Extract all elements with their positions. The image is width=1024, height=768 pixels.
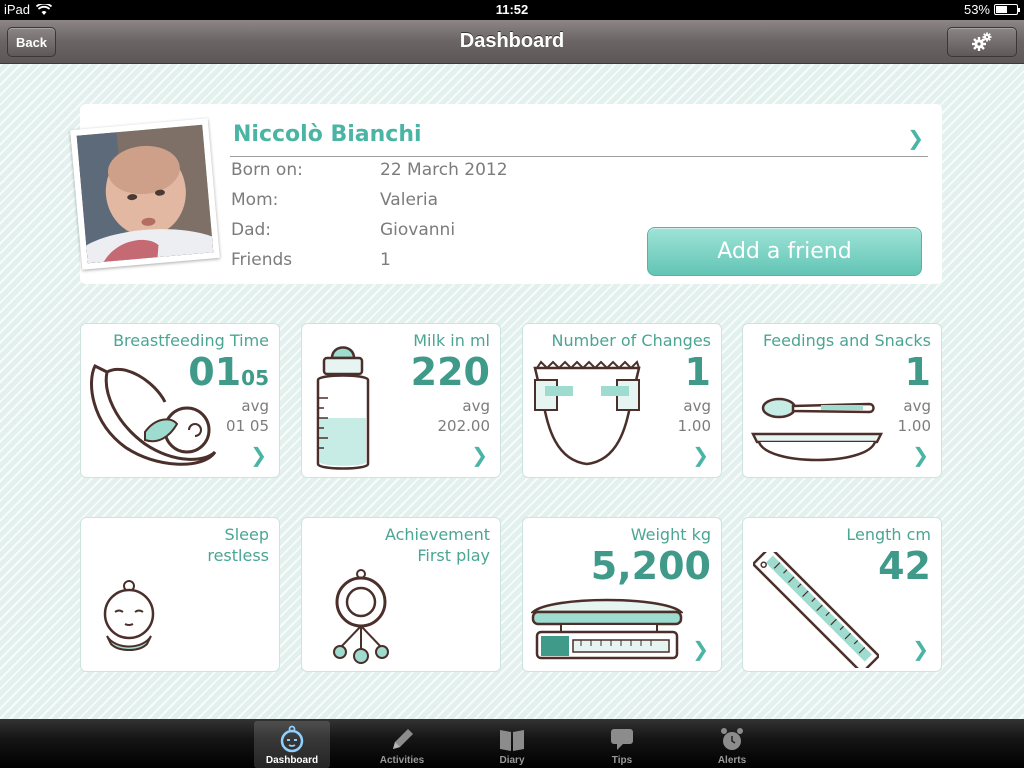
- add-friend-button[interactable]: Add a friend: [647, 227, 922, 276]
- chevron-right-icon[interactable]: ❯: [907, 126, 924, 150]
- battery-percent: 53%: [963, 2, 990, 17]
- tile-title: Milk in ml: [413, 331, 490, 350]
- tile-milk[interactable]: Milk in ml 220 avg 202.00 ❯: [301, 323, 501, 478]
- born-on-row: Born on: 22 March 2012: [231, 160, 508, 180]
- tile-title: Feedings and Snacks: [762, 331, 931, 350]
- tile-achievement[interactable]: Achievement First play: [301, 517, 501, 672]
- tile-title: Breastfeeding Time: [113, 331, 269, 350]
- baby-photo[interactable]: [70, 118, 220, 270]
- info-label: Mom:: [231, 190, 279, 210]
- tile-value: 220: [410, 350, 490, 394]
- ruler-icon: [753, 552, 879, 668]
- gear-icon: [972, 32, 992, 51]
- tile-title: Number of Changes: [551, 331, 711, 350]
- tile-title: Achievement: [384, 525, 490, 544]
- tile-value: 1: [904, 350, 931, 394]
- baby-name: Niccolò Bianchi: [233, 122, 422, 147]
- tile-title: Sleep: [224, 525, 269, 544]
- tab-label: Tips: [611, 755, 633, 766]
- info-value: 22 March 2012: [380, 160, 508, 180]
- chevron-right-icon[interactable]: ❯: [912, 637, 929, 661]
- chevron-right-icon[interactable]: ❯: [912, 443, 929, 467]
- tab-label: Dashboard: [265, 755, 319, 766]
- dad-row: Dad: Giovanni: [231, 220, 455, 240]
- avg-label: avg: [683, 397, 711, 415]
- tab-tips[interactable]: Tips: [584, 721, 660, 768]
- chevron-right-icon[interactable]: ❯: [692, 637, 709, 661]
- tile-title: Length cm: [846, 525, 931, 544]
- tile-value: 0105: [188, 350, 269, 394]
- diaper-icon: [533, 360, 641, 466]
- tile-subtitle: First play: [417, 546, 490, 565]
- battery-icon: [994, 4, 1020, 15]
- avg-value: 202.00: [437, 417, 491, 435]
- pencil-icon: [393, 729, 413, 749]
- tab-label: Activities: [379, 755, 425, 766]
- tab-label: Diary: [499, 755, 525, 766]
- avg-value: 1.00: [897, 417, 931, 435]
- avg-label: avg: [903, 397, 931, 415]
- book-icon: [500, 730, 524, 751]
- info-label: Born on:: [231, 160, 303, 180]
- tile-subtitle: restless: [207, 546, 269, 565]
- info-label: Dad:: [231, 220, 272, 240]
- navigation-bar: Back Dashboard: [0, 20, 1024, 64]
- bottle-icon: [316, 346, 370, 470]
- tab-bar: Dashboard Activities Diary Tips Alerts: [0, 719, 1024, 768]
- spoon-bowl-icon: [751, 397, 883, 462]
- page-title: Dashboard: [459, 30, 565, 52]
- baby-face-icon: [103, 580, 155, 651]
- info-value: Valeria: [380, 190, 439, 210]
- avg-label: avg: [241, 397, 269, 415]
- chevron-right-icon[interactable]: ❯: [250, 443, 267, 467]
- tile-weight[interactable]: Weight kg 5,200 ❯: [522, 517, 722, 672]
- tab-alerts[interactable]: Alerts: [694, 721, 770, 768]
- speech-bubble-icon: [611, 729, 633, 750]
- status-time: 11:52: [495, 2, 529, 17]
- friends-row: Friends 1: [231, 250, 391, 270]
- tile-length[interactable]: Length cm 42 ❯: [742, 517, 942, 672]
- info-value: Giovanni: [380, 220, 456, 240]
- tab-label: Alerts: [717, 755, 747, 766]
- scale-icon: [531, 598, 683, 660]
- chevron-right-icon[interactable]: ❯: [692, 443, 709, 467]
- settings-button[interactable]: [947, 27, 1017, 57]
- status-bar: iPad 11:52 53%: [0, 0, 1024, 20]
- tab-activities[interactable]: Activities: [364, 721, 440, 768]
- alarm-clock-icon: [721, 728, 743, 750]
- tab-diary[interactable]: Diary: [474, 721, 550, 768]
- divider: [230, 156, 928, 157]
- tile-sleep[interactable]: Sleep restless: [80, 517, 280, 672]
- baby-photo-image: [76, 124, 214, 264]
- tab-dashboard[interactable]: Dashboard: [254, 721, 330, 768]
- info-value: 1: [380, 250, 391, 270]
- tile-value: 5,200: [590, 544, 711, 588]
- info-label: Friends: [231, 250, 293, 270]
- avg-value: 1.00: [677, 417, 711, 435]
- tile-changes[interactable]: Number of Changes 1 avg 1.00 ❯: [522, 323, 722, 478]
- avg-label: avg: [462, 397, 490, 415]
- tile-breastfeeding-time[interactable]: Breastfeeding Time 0105 avg 01 05 ❯: [80, 323, 280, 478]
- tile-value: 42: [878, 544, 931, 588]
- mom-row: Mom: Valeria: [231, 190, 438, 210]
- chevron-right-icon[interactable]: ❯: [471, 443, 488, 467]
- rattle-icon: [333, 569, 389, 664]
- avg-value: 01 05: [226, 417, 269, 435]
- tile-title: Weight kg: [630, 525, 711, 544]
- tile-value: 1: [684, 350, 711, 394]
- baby-face-icon: [280, 725, 304, 753]
- tile-feedings[interactable]: Feedings and Snacks 1 avg 1.00 ❯: [742, 323, 942, 478]
